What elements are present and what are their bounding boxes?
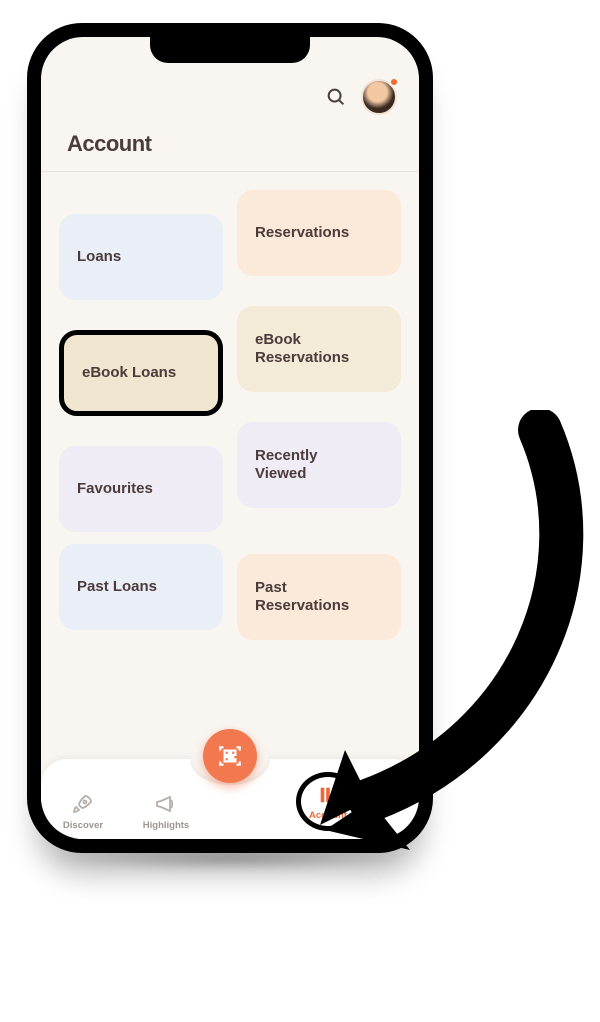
phone-screen: Account Reservations Loans eBook Reserva… bbox=[41, 37, 419, 839]
card-label: eBook Reservations bbox=[255, 331, 349, 367]
avatar-button[interactable] bbox=[361, 79, 397, 115]
card-recently-viewed[interactable]: Recently Viewed bbox=[237, 422, 401, 508]
card-label: Loans bbox=[77, 248, 121, 266]
page-title-wrap: Account bbox=[41, 131, 419, 171]
card-label: Past Loans bbox=[77, 578, 157, 596]
nav-label: Highlights bbox=[143, 820, 189, 831]
card-ebook-reservations[interactable]: eBook Reservations bbox=[237, 306, 401, 392]
cards-grid: Reservations Loans eBook Reservations eB… bbox=[41, 172, 419, 759]
card-label: Reservations bbox=[255, 224, 349, 242]
card-favourites[interactable]: Favourites bbox=[59, 446, 223, 532]
card-reservations[interactable]: Reservations bbox=[237, 190, 401, 276]
card-label: Favourites bbox=[77, 480, 153, 498]
card-label: Recently Viewed bbox=[255, 447, 318, 483]
megaphone-icon bbox=[153, 791, 179, 817]
card-past-loans[interactable]: Past Loans bbox=[59, 544, 223, 630]
nav-highlights[interactable]: Highlights bbox=[134, 791, 198, 831]
phone-frame: Account Reservations Loans eBook Reserva… bbox=[27, 23, 433, 853]
card-label: Past Reservations bbox=[255, 579, 349, 615]
card-ebook-loans[interactable]: eBook Loans bbox=[59, 330, 223, 416]
card-loans[interactable]: Loans bbox=[59, 214, 223, 300]
nav-label: Discover bbox=[63, 820, 103, 831]
notification-dot bbox=[389, 77, 399, 87]
page-title: Account bbox=[67, 131, 393, 157]
nav-label: Account bbox=[309, 810, 347, 821]
search-icon[interactable] bbox=[325, 86, 347, 108]
nav-account[interactable]: Account bbox=[306, 782, 350, 821]
nav-account-highlight: Account bbox=[296, 772, 360, 831]
phone-notch bbox=[150, 37, 310, 63]
rocket-icon bbox=[70, 791, 96, 817]
books-icon bbox=[315, 782, 341, 808]
card-label: eBook Loans bbox=[82, 364, 176, 382]
card-past-reservations[interactable]: Past Reservations bbox=[237, 554, 401, 640]
bottom-nav: Discover Highlights bbox=[41, 759, 419, 839]
nav-discover[interactable]: Discover bbox=[51, 791, 115, 831]
qr-scan-button[interactable] bbox=[203, 729, 257, 783]
